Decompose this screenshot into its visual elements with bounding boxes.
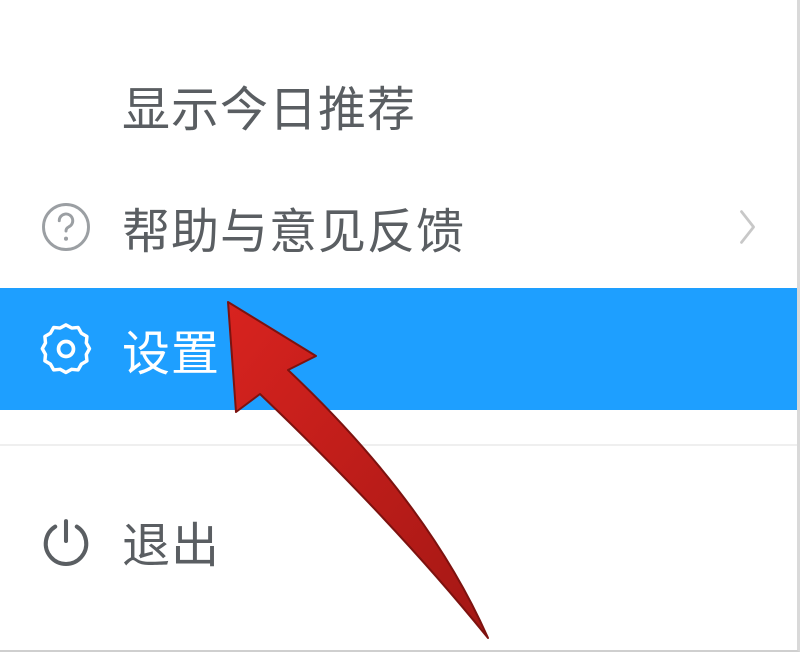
- spacer: [0, 602, 797, 626]
- spacer: [0, 446, 797, 480]
- menu-item-label: 设置: [122, 314, 767, 384]
- chevron-right-icon: [727, 207, 767, 247]
- menu-item-settings[interactable]: 设置: [0, 288, 797, 410]
- menu-item-label: 退出: [122, 506, 767, 576]
- menu-item-today-recommend[interactable]: 显示今日推荐: [0, 44, 797, 166]
- spacer: [0, 410, 797, 444]
- menu-panel: 显示今日推荐 帮助与意见反馈 设置: [0, 0, 800, 652]
- menu-item-label: 帮助与意见反馈: [122, 192, 727, 262]
- question-circle-icon: [34, 195, 98, 259]
- menu-item-help-feedback[interactable]: 帮助与意见反馈: [0, 166, 797, 288]
- menu-item-exit[interactable]: 退出: [0, 480, 797, 602]
- power-icon: [34, 509, 98, 573]
- blank-icon: [34, 73, 98, 137]
- gear-icon: [34, 317, 98, 381]
- menu-item-label: 显示今日推荐: [122, 70, 767, 140]
- spacer: [0, 0, 797, 44]
